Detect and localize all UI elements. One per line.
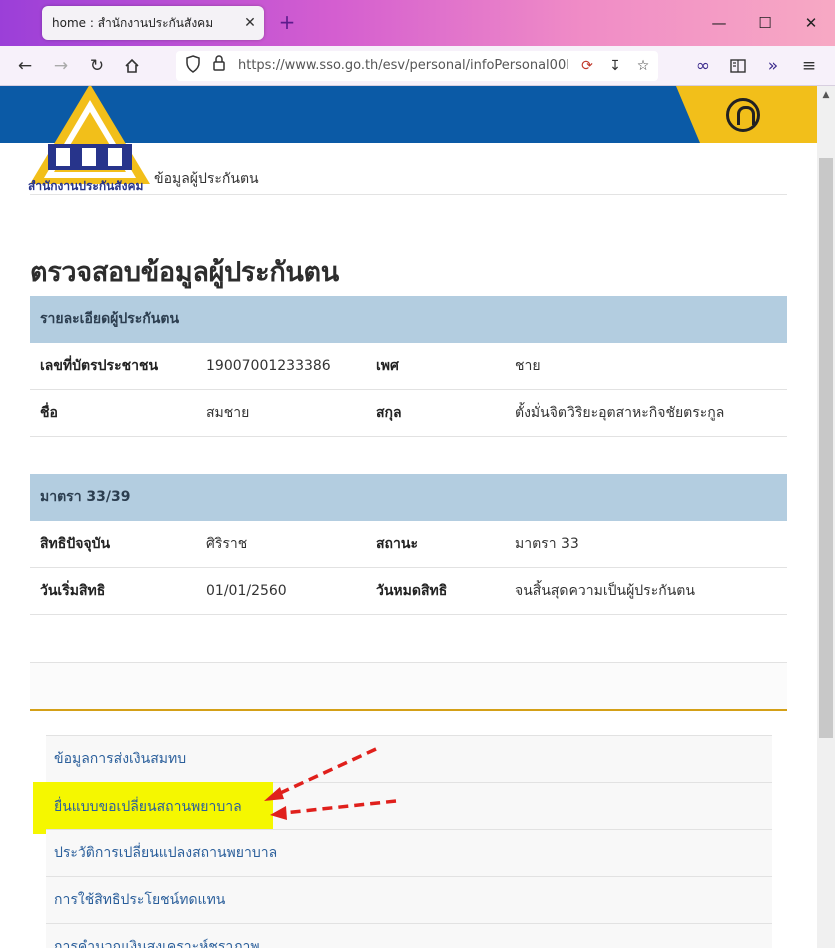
new-tab-button[interactable]: +: [276, 10, 298, 34]
section-heading-article: มาตรา 33/39: [30, 474, 787, 521]
menu-item-benefits[interactable]: การใช้สิทธิประโยชน์ทดแทน: [46, 876, 772, 923]
browser-navbar: ← → ↻ https://www.sso.go.th/esv/personal…: [0, 46, 835, 86]
account-icon[interactable]: [726, 98, 760, 132]
info-row: วันเริ่มสิทธิ 01/01/2560 วันหมดสิทธิ จนส…: [30, 568, 787, 615]
status-label: สถานะ: [376, 536, 418, 552]
menu-item-hospital-history[interactable]: ประวัติการเปลี่ยนแปลงสถานพยาบาล: [46, 829, 772, 876]
menu-item-pension-calc[interactable]: การคำนวณเงินสงเคราะห์ชราภาพ: [46, 923, 772, 948]
end-date-label: วันหมดสิทธิ: [376, 583, 448, 599]
info-row: ชื่อ สมชาย สกุล ตั้งมั่นจิตวิริยะอุตสาหะ…: [30, 390, 787, 437]
info-row: สิทธิปัจจุบัน ศิริราช สถานะ มาตรา 33: [30, 521, 787, 568]
info-row: เลขที่บัตรประชาชน 19007001233386 เพศ ชาย: [30, 343, 787, 390]
close-window-button[interactable]: ✕: [788, 8, 834, 38]
start-date-value: 01/01/2560: [206, 583, 287, 599]
shield-icon[interactable]: [182, 55, 204, 77]
first-name-label: ชื่อ: [40, 405, 58, 421]
last-name-value: ตั้งมั่นจิตวิริยะอุตสาหะกิจชัยตระกูล: [515, 405, 725, 421]
breadcrumb-divider: [30, 194, 787, 195]
vertical-scrollbar[interactable]: ▲: [817, 86, 835, 948]
star-icon[interactable]: ☆: [632, 55, 654, 77]
start-date-label: วันเริ่มสิทธิ: [40, 583, 106, 599]
first-name-value: สมชาย: [206, 405, 250, 421]
tab-close-icon[interactable]: ✕: [236, 15, 264, 31]
page-title: ตรวจสอบข้อมูลผู้ประกันตน: [30, 257, 339, 288]
gold-divider: [30, 709, 787, 711]
minimize-button[interactable]: —: [696, 8, 742, 38]
forward-arrow-icon[interactable]: →: [47, 52, 75, 80]
menu-icon[interactable]: ≡: [795, 52, 823, 80]
reader-view-icon[interactable]: [724, 52, 752, 80]
current-right-label: สิทธิปัจจุบัน: [40, 536, 111, 552]
gender-value: ชาย: [515, 358, 541, 374]
empty-panel: [30, 662, 787, 709]
url-text[interactable]: https://www.sso.go.th/esv/personal/infoP…: [238, 58, 568, 73]
page-viewport: สำนักงานประกันสังคม ข้อมูลผู้ประกันตน ตร…: [0, 86, 817, 948]
menu-item-change-hospital[interactable]: ยื่นแบบขอเปลี่ยนสถานพยาบาล: [54, 796, 242, 818]
back-arrow-icon[interactable]: ←: [11, 52, 39, 80]
id-card-value: 19007001233386: [206, 358, 331, 374]
home-icon[interactable]: [118, 52, 146, 80]
browser-titlebar: home : สำนักงานประกันสังคม ✕ + — ☐ ✕: [0, 0, 835, 46]
tab-title: home : สำนักงานประกันสังคม: [52, 15, 214, 30]
mask-icon[interactable]: ∞: [689, 52, 717, 80]
lock-icon[interactable]: [208, 55, 230, 77]
maximize-button[interactable]: ☐: [742, 8, 788, 38]
scroll-thumb[interactable]: [819, 158, 833, 738]
browser-tab[interactable]: home : สำนักงานประกันสังคม ✕: [42, 6, 264, 40]
breadcrumb[interactable]: ข้อมูลผู้ประกันตน: [154, 168, 259, 190]
annotation-arrows: [264, 747, 397, 820]
scroll-up-arrow-icon[interactable]: ▲: [817, 90, 835, 100]
gender-label: เพศ: [376, 358, 399, 374]
download-icon[interactable]: ↧: [604, 55, 626, 77]
more-tools-icon[interactable]: »: [759, 52, 787, 80]
address-bar[interactable]: https://www.sso.go.th/esv/personal/infoP…: [176, 51, 658, 81]
current-right-value: ศิริราช: [206, 536, 248, 552]
reload-icon[interactable]: ↻: [83, 52, 111, 80]
status-value: มาตรา 33: [515, 536, 579, 552]
extension-refresh-icon[interactable]: ⟳: [576, 55, 598, 77]
id-card-label: เลขที่บัตรประชาชน: [40, 358, 159, 374]
end-date-value: จนสิ้นสุดความเป็นผู้ประกันตน: [515, 583, 695, 599]
last-name-label: สกุล: [376, 405, 402, 421]
section-heading-insured-details: รายละเอียดผู้ประกันตน: [30, 296, 787, 343]
